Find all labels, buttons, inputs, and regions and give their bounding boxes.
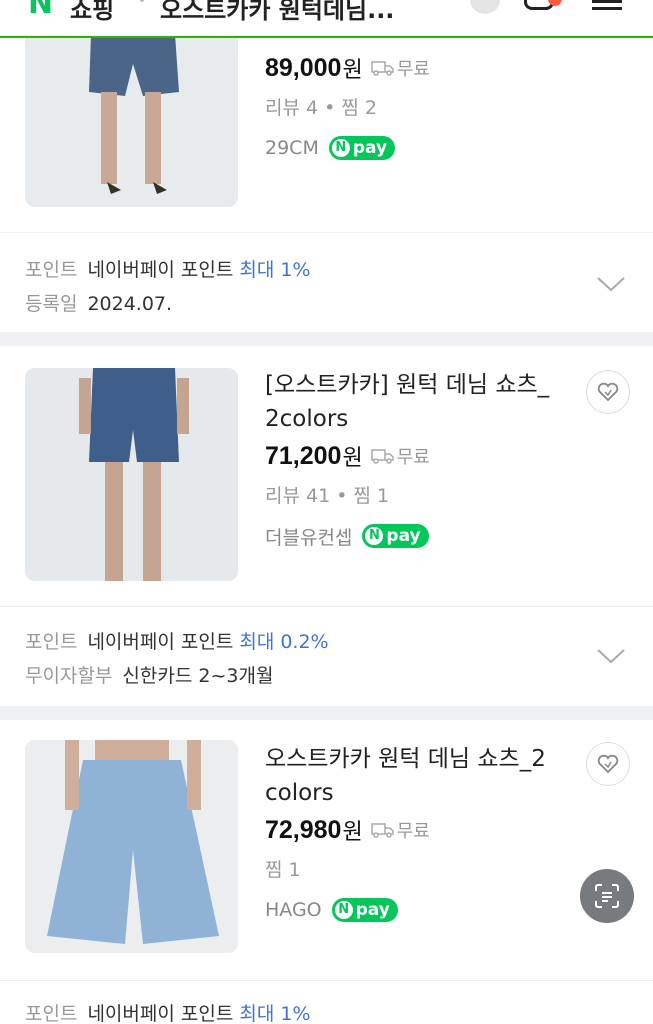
product-price: 89,000 <box>265 53 342 82</box>
npay-badge: Npay <box>362 524 429 548</box>
shipping-info: 무료 <box>370 55 430 81</box>
benefit-section[interactable]: 포인트 네이버페이 포인트 최대 0.2% 무이자할부 신한카드 2~3개월 <box>0 606 653 706</box>
n-icon: N <box>334 901 353 919</box>
npay-badge: Npay <box>328 136 396 160</box>
benefit-highlight: 최대 1% <box>239 259 311 281</box>
product-title[interactable]: [오스트카카] 원턱 데님 쇼츠_ 2colors <box>265 368 575 436</box>
n-icon: N <box>365 527 384 545</box>
npay-badge: Npay <box>331 898 398 922</box>
extra-label: 무이자할부 <box>25 665 113 687</box>
product-image[interactable] <box>25 368 238 581</box>
clear-icon[interactable] <box>470 0 500 14</box>
naver-logo[interactable]: N <box>28 0 53 21</box>
top-bar: N 쇼핑 오스트카카 원턱데님... <box>0 0 653 38</box>
seller-name[interactable]: 29CM <box>265 137 319 159</box>
benefit-section[interactable]: 포인트 네이버페이 포인트 최대 1% <box>0 980 653 1024</box>
currency-label: 원 <box>342 58 363 83</box>
scan-icon <box>595 884 619 908</box>
product-card[interactable]: 오스트카카 원턱 데님 쇼츠_2 colors 72,980 원 무료 찜 1 … <box>0 720 653 980</box>
review-count: 리뷰 41 • 찜 1 <box>265 485 390 507</box>
benefit-section[interactable]: 포인트 네이버페이 포인트 최대 1% 등록일 2024.07. <box>0 232 653 332</box>
wishlist-button[interactable] <box>586 742 630 786</box>
seller-name[interactable]: 더블유컨셉 <box>265 523 352 550</box>
shipping-label: 무료 <box>396 59 430 80</box>
product-card[interactable]: [오스트카카] 원턱 데님 쇼츠_ 2colors 71,200 원 무료 리뷰… <box>0 346 653 606</box>
product-image[interactable] <box>25 740 238 953</box>
menu-icon[interactable] <box>592 0 622 14</box>
extra-text: 신한카드 2~3개월 <box>122 665 274 687</box>
truck-icon <box>370 823 394 838</box>
chevron-down-icon[interactable] <box>596 275 626 293</box>
shipping-label: 무료 <box>396 447 430 468</box>
benefit-highlight: 최대 0.2% <box>239 631 329 653</box>
model-shorts-photo <box>25 740 238 953</box>
shipping-info: 무료 <box>370 817 430 843</box>
benefit-text: 네이버페이 포인트 <box>87 631 234 653</box>
benefit-text: 네이버페이 포인트 <box>87 1003 234 1024</box>
benefit-highlight: 최대 1% <box>239 1003 311 1024</box>
lens-search-button[interactable] <box>580 869 634 923</box>
review-count: 리뷰 4 • 찜 2 <box>265 97 377 119</box>
model-shorts-photo <box>25 368 238 581</box>
n-icon: N <box>331 139 350 157</box>
product-price: 71,200 <box>265 441 342 470</box>
section-divider <box>0 706 653 720</box>
chevron-down-icon[interactable] <box>596 647 626 665</box>
currency-label: 원 <box>342 820 363 845</box>
truck-icon <box>370 61 394 76</box>
section-divider <box>0 332 653 346</box>
heart-icon <box>597 754 619 774</box>
separator-dot <box>140 0 144 2</box>
product-title[interactable]: 오스트카카 원턱 데님 쇼츠_2 colors <box>265 742 575 810</box>
shopping-label[interactable]: 쇼핑 <box>70 0 114 25</box>
product-price: 72,980 <box>265 815 342 844</box>
review-count: 찜 1 <box>265 859 301 881</box>
benefit-text: 네이버페이 포인트 <box>87 259 234 281</box>
shipping-info: 무료 <box>370 443 430 469</box>
benefit-label: 포인트 <box>25 631 78 653</box>
seller-name[interactable]: HAGO <box>265 899 322 921</box>
extra-text: 2024.07. <box>87 293 173 315</box>
truck-icon <box>370 449 394 464</box>
currency-label: 원 <box>342 446 363 471</box>
extra-label: 등록일 <box>25 293 78 315</box>
shipping-label: 무료 <box>396 821 430 842</box>
benefit-label: 포인트 <box>25 259 78 281</box>
benefit-label: 포인트 <box>25 1003 78 1024</box>
heart-icon <box>597 382 619 402</box>
search-query[interactable]: 오스트카카 원턱데님... <box>160 0 394 25</box>
wishlist-button[interactable] <box>586 370 630 414</box>
